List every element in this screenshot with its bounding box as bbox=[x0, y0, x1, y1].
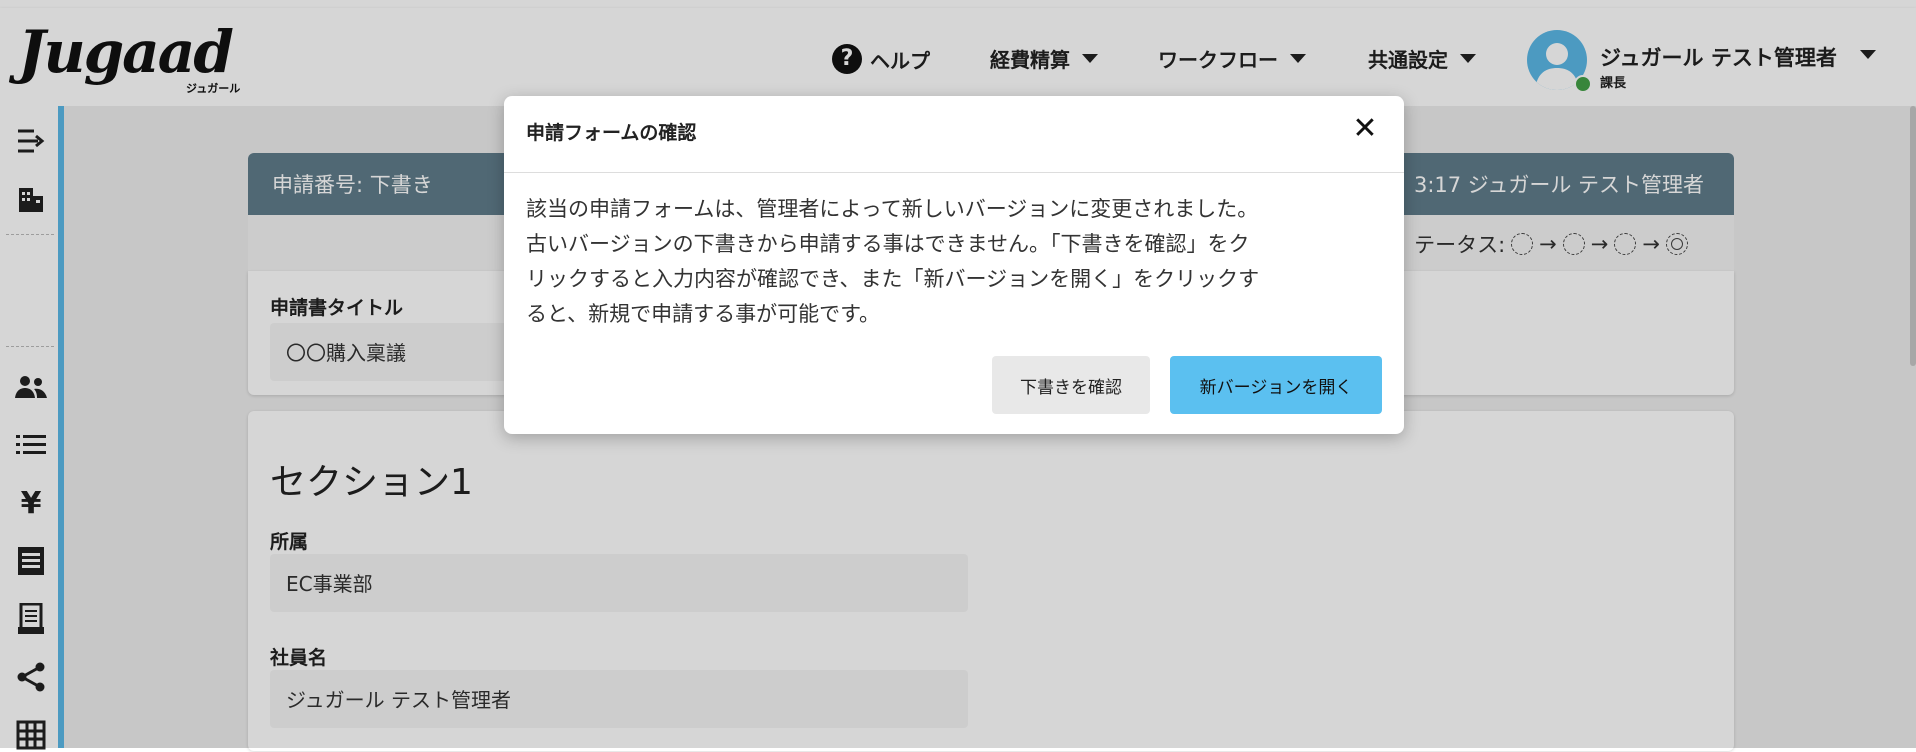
check-draft-button[interactable]: 下書きを確認 bbox=[992, 356, 1150, 414]
open-new-version-button[interactable]: 新バージョンを開く bbox=[1170, 356, 1382, 414]
dialog-message-line: ると、新規で申請する事が可能です。 bbox=[526, 302, 881, 326]
confirm-form-dialog: 申請フォームの確認 ✕ 該当の申請フォームは、管理者によって新しいバージョンに変… bbox=[504, 96, 1404, 434]
dialog-title: 申請フォームの確認 bbox=[526, 122, 697, 144]
close-icon[interactable]: ✕ bbox=[1348, 112, 1382, 146]
dialog-message-line: 古いバージョンの下書きから申請する事はできません。「下書きを確認」をク bbox=[526, 232, 1250, 256]
dialog-message-line: 該当の申請フォームは、管理者によって新しいバージョンに変更されました。 bbox=[526, 197, 1259, 221]
dialog-message-line: リックすると入力内容が確認でき、また「新バージョンを開く」をクリックす bbox=[526, 267, 1260, 291]
dialog-message: 該当の申請フォームは、管理者によって新しいバージョンに変更されました。 古いバー… bbox=[526, 192, 1384, 332]
dialog-divider bbox=[504, 172, 1404, 173]
